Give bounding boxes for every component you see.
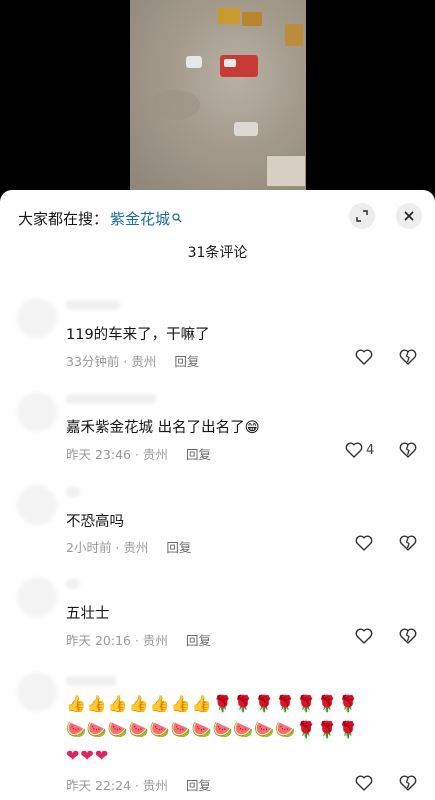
comment-text-line: 👍👍👍👍👍👍👍🌹🌹🌹🌹🌹🌹🌹 — [66, 694, 359, 713]
comment-time: 昨天 23:46 — [66, 447, 131, 462]
avatar[interactable] — [17, 392, 57, 432]
reply-button[interactable]: 回复 — [186, 778, 211, 793]
comment-location: 贵州 — [131, 354, 157, 369]
reply-button[interactable]: 回复 — [186, 633, 211, 648]
like-button[interactable] — [355, 775, 373, 791]
avatar[interactable] — [17, 577, 57, 617]
reply-button[interactable]: 回复 — [174, 354, 199, 369]
comment-meta: 33分钟前 · 贵州 回复 — [66, 354, 200, 369]
comment-text: 119的车来了，干嘛了 — [66, 327, 210, 343]
like-button[interactable] — [355, 628, 373, 644]
close-button[interactable] — [396, 203, 422, 229]
comment-location: 贵州 — [123, 540, 149, 555]
heart-icon — [355, 775, 373, 791]
heart-icon — [355, 349, 373, 365]
comment-location: 贵州 — [142, 633, 168, 648]
like-count: 4 — [366, 442, 375, 458]
heart-icon — [345, 442, 363, 458]
comment-meta: 昨天 22:24 · 贵州 回复 — [66, 778, 211, 793]
video-fire-truck — [220, 55, 258, 77]
comment-text: 五壮士 — [66, 606, 110, 622]
username[interactable] — [66, 300, 120, 310]
video-excavator — [285, 24, 303, 46]
reply-button[interactable]: 回复 — [166, 540, 191, 555]
video-car — [186, 56, 202, 68]
comment-meta: 昨天 20:16 · 贵州 回复 — [66, 633, 211, 648]
reply-button[interactable]: 回复 — [186, 447, 211, 462]
comment-meta: 昨天 23:46 · 贵州 回复 — [66, 447, 211, 462]
comment-count: 31条评论 — [187, 245, 248, 261]
like-button[interactable] — [355, 349, 373, 365]
broken-heart-icon[interactable] — [399, 349, 417, 365]
avatar[interactable] — [17, 672, 57, 712]
comment-time: 2小时前 — [66, 540, 112, 555]
video-frame[interactable] — [130, 0, 306, 192]
search-icon[interactable] — [172, 213, 182, 223]
minimize-button[interactable] — [349, 203, 375, 229]
comment-text: 嘉禾紫金花城 出名了出名了😁 — [66, 420, 260, 436]
broken-heart-icon[interactable] — [399, 628, 417, 644]
comment-time: 33分钟前 — [66, 354, 120, 369]
close-icon — [404, 211, 414, 221]
trending-search[interactable]: 大家都在搜： 紫金花城 — [18, 207, 182, 229]
comment-location: 贵州 — [142, 447, 168, 462]
video-block — [266, 155, 306, 187]
username[interactable] — [66, 394, 156, 404]
broken-heart-icon[interactable] — [399, 535, 417, 551]
username[interactable] — [66, 676, 116, 686]
like-button[interactable]: 4 — [345, 442, 374, 458]
search-prefix: 大家都在搜： — [18, 209, 109, 228]
avatar[interactable] — [17, 298, 57, 338]
avatar[interactable] — [17, 485, 57, 525]
minimize-icon — [356, 210, 368, 222]
video-rubble — [150, 90, 200, 120]
comment-location: 贵州 — [142, 778, 168, 793]
heart-icon — [355, 628, 373, 644]
video-player[interactable] — [0, 0, 435, 195]
username[interactable] — [66, 487, 80, 497]
like-button[interactable] — [355, 535, 373, 551]
video-van — [234, 122, 258, 136]
comment-text-line: ❤❤❤ — [66, 746, 110, 765]
comment-time: 昨天 22:24 — [66, 778, 131, 793]
video-excavator — [218, 8, 240, 24]
heart-icon — [355, 535, 373, 551]
username[interactable] — [66, 579, 80, 589]
comment-text-line: 🍉🍉🍉🍉🍉🍉🍉🍉🍉🍉🍉🌹🌹🌹 — [66, 720, 359, 739]
search-keyword[interactable]: 紫金花城 — [110, 208, 170, 229]
comment-text: 不恐高吗 — [66, 514, 124, 530]
video-excavator — [242, 12, 262, 26]
comment-meta: 2小时前 · 贵州 回复 — [66, 540, 192, 555]
broken-heart-icon[interactable] — [399, 442, 417, 458]
comment-time: 昨天 20:16 — [66, 633, 131, 648]
broken-heart-icon[interactable] — [399, 775, 417, 791]
